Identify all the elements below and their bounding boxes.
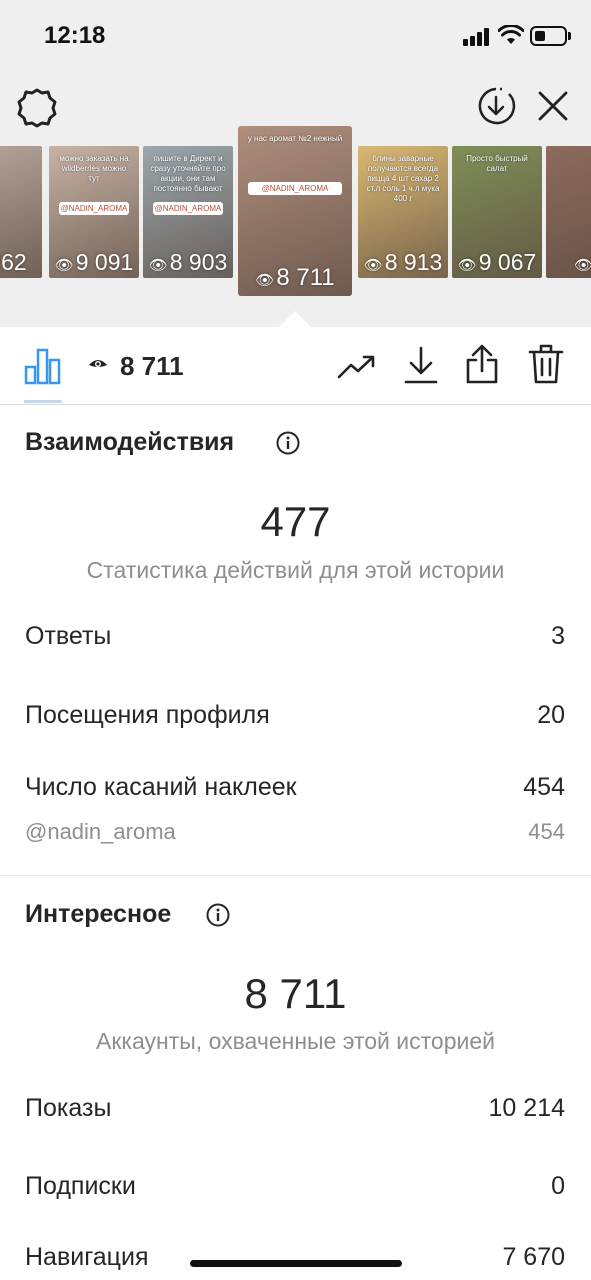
selected-pointer — [279, 311, 311, 327]
cellular-signal-icon — [463, 28, 491, 46]
thumbnail-caption: блины заварные получаются всегда пицца 4… — [366, 154, 440, 203]
insights-tab-indicator — [24, 400, 62, 403]
battery-icon — [530, 26, 567, 46]
close-icon[interactable] — [535, 88, 571, 124]
share-icon[interactable] — [464, 343, 500, 385]
thumbnail-views: 👁8 — [546, 249, 591, 276]
eye-icon: 👁 — [363, 257, 383, 274]
bar-chart-icon[interactable] — [24, 347, 62, 385]
row-value-profile-visits: 20 — [537, 701, 565, 729]
row-label-mention: @nadin_aroma — [25, 819, 176, 844]
thumbnail-views: 👁9 091 — [49, 249, 139, 276]
discovery-subtitle: Аккаунты, охваченные этой историей — [96, 1028, 495, 1054]
thumbnail-views-count: 262 — [0, 249, 27, 275]
eye-icon: 👁 — [255, 272, 275, 289]
section-divider — [0, 875, 591, 876]
thumbnail-views-count: 8 913 — [384, 249, 443, 275]
thumbnail-views-count: 9 067 — [478, 249, 537, 275]
row-value-impressions: 10 214 — [488, 1094, 565, 1122]
battery-cap — [568, 32, 571, 40]
thumbnail-caption: можно заказать на wildberries можно тут — [59, 154, 129, 183]
status-bar: 12:18 — [0, 0, 591, 70]
status-time: 12:18 — [44, 22, 106, 49]
info-icon[interactable] — [206, 903, 230, 927]
insights-toolbar: 8 711 — [0, 327, 591, 405]
eye-icon: 👁 — [54, 257, 74, 274]
interactions-total: 477 — [260, 498, 331, 545]
thumbnail-mention-tag: @NADIN_AROMA — [248, 182, 342, 195]
download-circle-icon[interactable] — [476, 86, 516, 126]
download-icon[interactable] — [403, 345, 439, 385]
thumbnail-caption: пишите в Директ и сразу уточняйте про ак… — [150, 154, 226, 193]
thumbnail-views: 👁8 903 — [143, 249, 233, 276]
row-label-follows: Подписки — [25, 1172, 136, 1200]
row-label-navigation: Навигация — [25, 1243, 149, 1271]
wifi-icon — [498, 25, 524, 44]
story-thumbnail[interactable]: блины заварные получаются всегда пицца 4… — [358, 146, 448, 278]
row-value-follows: 0 — [551, 1172, 565, 1200]
row-value-mention: 454 — [528, 819, 565, 844]
story-thumbnail-selected[interactable]: у нас аромат №2 нежный @NADIN_AROMA 👁8 711 — [238, 126, 352, 296]
row-label-impressions: Показы — [25, 1094, 112, 1122]
section-title-discovery: Интересное — [25, 900, 172, 928]
home-indicator — [190, 1260, 402, 1267]
gear-icon[interactable] — [17, 88, 57, 128]
views-count: 8 711 — [120, 351, 184, 381]
story-thumbnail[interactable]: пишите в Директ и сразу уточняйте про ак… — [143, 146, 233, 278]
story-thumbnail-strip[interactable]: 👁262можно заказать на wildberries можно … — [0, 126, 591, 326]
thumbnail-views-count: 9 091 — [75, 249, 134, 275]
thumbnail-caption: у нас аромат №2 нежный — [247, 134, 343, 143]
section-title-interactions: Взаимодействия — [25, 428, 235, 456]
thumbnail-views: 👁9 067 — [452, 249, 542, 276]
interactions-subtitle: Статистика действий для этой истории — [86, 557, 505, 583]
row-label-sticker-taps: Число касаний наклеек — [25, 773, 297, 801]
thumbnail-views-count: 8 711 — [276, 264, 335, 291]
story-thumbnail[interactable]: 👁262 — [0, 146, 42, 278]
eye-icon: 👁 — [457, 257, 477, 274]
eye-icon: 👁 — [574, 257, 591, 274]
story-thumbnail[interactable]: Просто быстрый салат 👁9 067 — [452, 146, 542, 278]
thumbnail-views: 👁8 913 — [358, 249, 448, 276]
discovery-total: 8 711 — [244, 970, 347, 1017]
thumbnail-views-count: 8 903 — [169, 249, 228, 275]
row-label-profile-visits: Посещения профиля — [25, 701, 270, 729]
row-value-replies: 3 — [551, 622, 565, 650]
thumbnail-views: 👁262 — [0, 249, 42, 276]
thumbnail-caption: Просто быстрый салат — [466, 154, 528, 173]
trend-icon[interactable] — [337, 349, 377, 383]
thumbnail-mention-tag: @NADIN_AROMA — [153, 202, 223, 215]
thumbnail-views: 👁8 711 — [238, 264, 352, 292]
thumbnail-mention-tag: @NADIN_AROMA — [59, 202, 129, 215]
eye-icon — [89, 360, 107, 367]
trash-icon[interactable] — [528, 343, 564, 385]
row-label-replies: Ответы — [25, 622, 112, 650]
eye-icon: 👁 — [148, 257, 168, 274]
row-value-navigation: 7 670 — [502, 1243, 565, 1271]
story-thumbnail[interactable]: 👁8 — [546, 146, 591, 278]
row-value-sticker-taps: 454 — [523, 773, 565, 801]
story-thumbnail[interactable]: можно заказать на wildberries можно тут @… — [49, 146, 139, 278]
info-icon[interactable] — [276, 431, 300, 455]
